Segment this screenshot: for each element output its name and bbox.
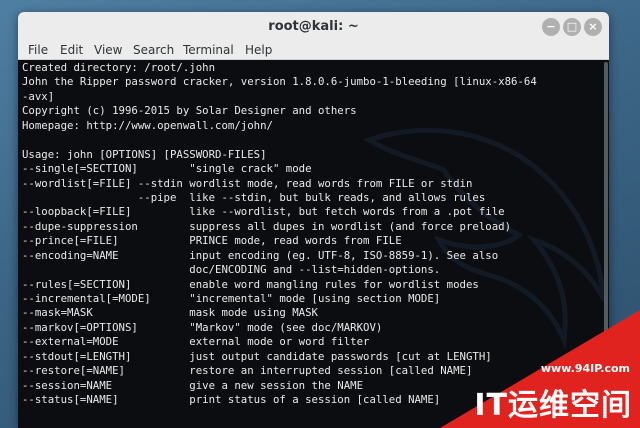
terminal-line: -avx] (22, 89, 55, 103)
terminal-line: --pipe like --stdin, but bulk reads, and… (22, 190, 486, 204)
terminal-line: doc/ENCODING and --list=hidden-options. (22, 263, 441, 277)
terminal-line: Copyright (c) 1996-2015 by Solar Designe… (22, 104, 357, 118)
menu-bar: File Edit View Search Terminal Help (18, 42, 609, 60)
close-button[interactable]: × (584, 18, 602, 36)
terminal-line: --loopback[=FILE] like --wordlist, but f… (22, 205, 505, 219)
terminal-line: Usage: john [OPTIONS] [PASSWORD-FILES] (22, 147, 267, 161)
watermark-text: IT运维空间 (474, 388, 632, 423)
menu-view[interactable]: View (94, 43, 122, 58)
window-title: root@kali: ~ (268, 19, 359, 34)
title-bar[interactable]: root@kali: ~ − □ × (18, 12, 609, 43)
menu-file[interactable]: File (28, 43, 48, 58)
terminal-line: --incremental[=MODE] "incremental" mode … (22, 292, 441, 305)
terminal-line: --rules[=SECTION] enable word mangling r… (22, 277, 479, 291)
watermark-url: www.94IP.com (540, 362, 630, 375)
minimize-button[interactable]: − (542, 18, 560, 36)
menu-help[interactable]: Help (245, 43, 272, 58)
terminal-line: Homepage: http://www.openwall.com/john/ (22, 118, 273, 132)
terminal-line: --encoding=NAME input encoding (eg. UTF-… (22, 248, 499, 262)
menu-edit[interactable]: Edit (60, 43, 83, 58)
terminal-line: --wordlist[=FILE] --stdin wordlist mode,… (22, 176, 473, 190)
terminal-line: Created directory: /root/.john (22, 61, 216, 74)
menu-terminal[interactable]: Terminal (183, 43, 234, 58)
menu-search[interactable]: Search (133, 43, 174, 58)
terminal-line: John the Ripper password cracker, versio… (22, 75, 537, 89)
maximize-button[interactable]: □ (563, 18, 581, 36)
terminal-line: --dupe-suppression suppress all dupes in… (22, 219, 512, 233)
terminal-line: --single[=SECTION] "single crack" mode (22, 162, 312, 176)
terminal-line: --prince[=FILE] PRINCE mode, read words … (22, 234, 402, 248)
